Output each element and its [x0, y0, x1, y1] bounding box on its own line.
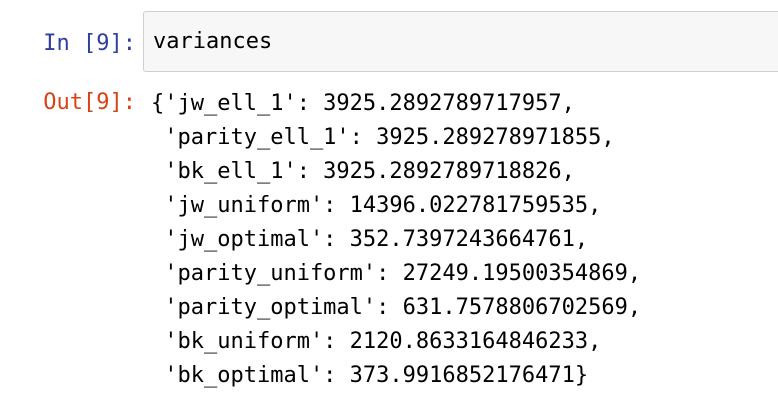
notebook-cell: In [9]: variances Out[9]: {'jw_ell_1': 3… — [0, 0, 778, 404]
output-line: 'bk_ell_1': 3925.2892789718826, — [151, 159, 575, 184]
output-line: 'bk_optimal': 373.9916852176471} — [151, 363, 589, 388]
output-line: 'parity_uniform': 27249.19500354869, — [151, 261, 642, 286]
output-prompt: Out[9]: — [43, 90, 136, 115]
output-line: 'bk_uniform': 2120.8633164846233, — [151, 329, 602, 354]
output-area: {'jw_ell_1': 3925.2892789717957, 'parity… — [151, 87, 771, 393]
output-line: 'parity_ell_1': 3925.289278971855, — [151, 125, 615, 150]
code-input-text[interactable]: variances — [153, 30, 272, 54]
output-line: 'jw_uniform': 14396.022781759535, — [151, 193, 602, 218]
code-input-area[interactable]: variances — [143, 11, 778, 72]
output-line: 'parity_optimal': 631.7578806702569, — [151, 295, 642, 320]
input-prompt: In [9]: — [43, 31, 136, 56]
output-line: {'jw_ell_1': 3925.2892789717957, — [151, 91, 575, 116]
output-line: 'jw_optimal': 352.7397243664761, — [151, 227, 589, 252]
